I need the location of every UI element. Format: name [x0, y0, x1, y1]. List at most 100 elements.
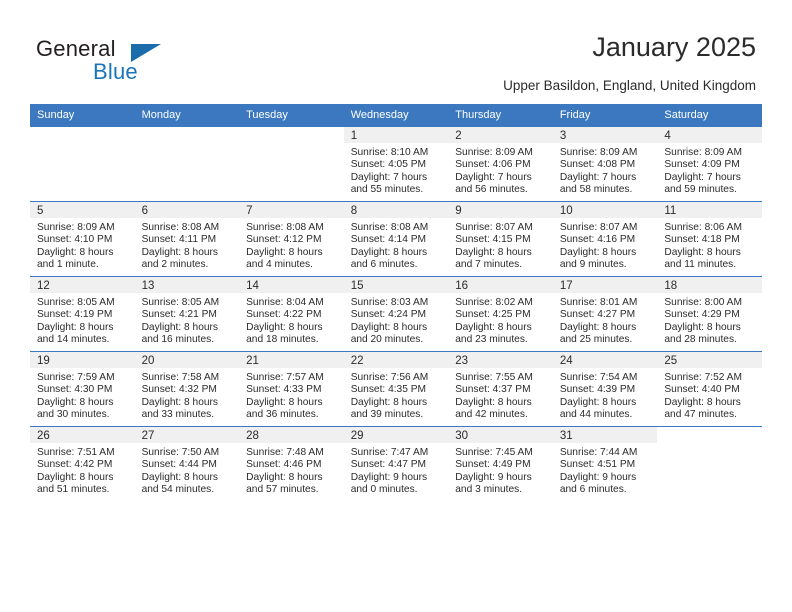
- sunset-text: Sunset: 4:24 PM: [350, 309, 427, 321]
- sunrise-text: Sunrise: 7:45 AM: [455, 447, 533, 458]
- calendar-day-cell[interactable]: 21 Sunrise: 7:57 AM Sunset: 4:33 PM Dayligh…: [239, 351, 344, 427]
- sunset-text: Sunset: 4:33 PM: [246, 384, 322, 396]
- calendar-cell-inner: 22 Sunrise: 7:56 AM Sunset: 4:35 PM Dayligh…: [343, 352, 449, 426]
- daylight-text: and 30 minutes.: [37, 408, 110, 420]
- calendar-week-row: 1 Sunrise: 8:10 AM Sunset: 4:05 PM Daylight…: [30, 126, 762, 202]
- day-details: Sunrise: 7:59 AM Sunset: 4:30 PM Daylight:…: [30, 368, 135, 421]
- daylight-text: Daylight: 8 hours: [141, 471, 219, 483]
- calendar-day-cell[interactable]: 4 Sunrise: 8:09 AM Sunset: 4:09 PM Daylight…: [657, 126, 762, 202]
- day-number: 11: [657, 202, 762, 218]
- calendar-day-cell[interactable]: 1 Sunrise: 8:10 AM Sunset: 4:05 PM Daylight…: [343, 126, 449, 202]
- day-number: 2: [448, 127, 553, 143]
- calendar-day-cell[interactable]: 24 Sunrise: 7:54 AM Sunset: 4:39 PM Dayligh…: [552, 351, 658, 427]
- calendar-cell-inner: 29 Sunrise: 7:47 AM Sunset: 4:47 PM Dayligh…: [343, 427, 449, 501]
- day-details: Sunrise: 7:50 AM Sunset: 4:44 PM Daylight:…: [135, 443, 240, 496]
- day-number: 21: [239, 352, 344, 368]
- daylight-text: and 0 minutes.: [350, 483, 418, 495]
- calendar-day-cell[interactable]: 18 Sunrise: 8:00 AM Sunset: 4:29 PM Dayligh…: [657, 276, 762, 352]
- calendar-day-cell[interactable]: 6 Sunrise: 8:08 AM Sunset: 4:11 PM Daylight…: [134, 201, 240, 277]
- sunset-text: Sunset: 4:35 PM: [350, 384, 427, 396]
- calendar-day-cell[interactable]: 17 Sunrise: 8:01 AM Sunset: 4:27 PM Dayligh…: [552, 276, 658, 352]
- daylight-text: and 3 minutes.: [455, 483, 523, 495]
- sunset-text: Sunset: 4:37 PM: [455, 384, 531, 396]
- sunset-text: Sunset: 4:06 PM: [455, 159, 531, 171]
- daylight-text: Daylight: 8 hours: [455, 246, 532, 258]
- day-details: Sunrise: 8:01 AM Sunset: 4:27 PM Daylight:…: [553, 293, 658, 346]
- general-blue-logo[interactable]: General Blue: [36, 36, 236, 88]
- calendar-day-cell[interactable]: 30 Sunrise: 7:45 AM Sunset: 4:49 PM Dayligh…: [448, 426, 553, 501]
- sunrise-text: Sunrise: 8:10 AM: [350, 147, 429, 158]
- daylight-text: and 58 minutes.: [559, 183, 633, 195]
- day-details: Sunrise: 8:04 AM Sunset: 4:22 PM Daylight:…: [239, 293, 344, 346]
- calendar-week-row: 26 Sunrise: 7:51 AM Sunset: 4:42 PM Dayligh…: [30, 426, 762, 501]
- day-details: Sunrise: 7:55 AM Sunset: 4:37 PM Daylight:…: [448, 368, 553, 421]
- calendar-day-cell[interactable]: 3 Sunrise: 8:09 AM Sunset: 4:08 PM Daylight…: [552, 126, 658, 202]
- calendar-day-cell[interactable]: 10 Sunrise: 8:07 AM Sunset: 4:16 PM Dayligh…: [552, 201, 658, 277]
- calendar-day-cell[interactable]: 13 Sunrise: 8:05 AM Sunset: 4:21 PM Dayligh…: [134, 276, 240, 352]
- calendar-day-cell[interactable]: 9 Sunrise: 8:07 AM Sunset: 4:15 PM Daylight…: [448, 201, 553, 277]
- day-number: 24: [552, 352, 658, 368]
- calendar-day-cell[interactable]: 19 Sunrise: 7:59 AM Sunset: 4:30 PM Dayligh…: [30, 351, 135, 427]
- daylight-text: Daylight: 8 hours: [664, 396, 741, 408]
- day-details: [135, 143, 240, 147]
- sunrise-text: Sunrise: 7:50 AM: [141, 447, 220, 458]
- calendar-day-cell[interactable]: 31 Sunrise: 7:44 AM Sunset: 4:51 PM Dayligh…: [552, 426, 658, 501]
- calendar-cell-empty: [30, 126, 135, 202]
- calendar-cell-inner: 28 Sunrise: 7:48 AM Sunset: 4:46 PM Dayligh…: [239, 427, 344, 501]
- day-details: Sunrise: 8:09 AM Sunset: 4:10 PM Daylight:…: [30, 218, 135, 271]
- calendar-cell-inner: 9 Sunrise: 8:07 AM Sunset: 4:15 PM Daylight…: [448, 202, 553, 276]
- calendar-day-cell[interactable]: 28 Sunrise: 7:48 AM Sunset: 4:46 PM Dayligh…: [239, 426, 344, 501]
- daylight-text: Daylight: 8 hours: [37, 471, 114, 483]
- sunset-text: Sunset: 4:10 PM: [37, 234, 113, 246]
- calendar-cell-empty: [657, 426, 762, 501]
- calendar-cell-inner: 25 Sunrise: 7:52 AM Sunset: 4:40 PM Dayligh…: [657, 352, 762, 426]
- calendar-cell-inner: 16 Sunrise: 8:02 AM Sunset: 4:25 PM Dayligh…: [448, 277, 553, 351]
- sunrise-text: Sunrise: 8:09 AM: [37, 222, 115, 233]
- calendar-cell-inner: 2 Sunrise: 8:09 AM Sunset: 4:06 PM Daylight…: [448, 127, 553, 201]
- calendar-day-cell[interactable]: 15 Sunrise: 8:03 AM Sunset: 4:24 PM Dayligh…: [343, 276, 449, 352]
- calendar-day-cell[interactable]: 20 Sunrise: 7:58 AM Sunset: 4:32 PM Dayligh…: [134, 351, 240, 427]
- calendar-day-cell[interactable]: 14 Sunrise: 8:04 AM Sunset: 4:22 PM Dayligh…: [239, 276, 344, 352]
- calendar-day-cell[interactable]: 7 Sunrise: 8:08 AM Sunset: 4:12 PM Daylight…: [239, 201, 344, 277]
- day-number: 1: [343, 127, 449, 143]
- calendar-day-cell[interactable]: 27 Sunrise: 7:50 AM Sunset: 4:44 PM Dayligh…: [134, 426, 240, 501]
- daylight-text: and 11 minutes.: [664, 258, 737, 270]
- sunrise-text: Sunrise: 8:08 AM: [246, 222, 324, 233]
- calendar-day-cell[interactable]: 12 Sunrise: 8:05 AM Sunset: 4:19 PM Dayligh…: [30, 276, 135, 352]
- sunrise-text: Sunrise: 8:05 AM: [141, 297, 220, 308]
- calendar-day-cell[interactable]: 11 Sunrise: 8:06 AM Sunset: 4:18 PM Dayligh…: [657, 201, 762, 277]
- calendar-day-cell[interactable]: 5 Sunrise: 8:09 AM Sunset: 4:10 PM Daylight…: [30, 201, 135, 277]
- day-number: 16: [448, 277, 553, 293]
- day-details: [239, 143, 344, 147]
- day-details: Sunrise: 7:45 AM Sunset: 4:49 PM Daylight:…: [448, 443, 553, 496]
- day-details: Sunrise: 8:05 AM Sunset: 4:19 PM Daylight:…: [30, 293, 135, 346]
- day-details: Sunrise: 8:07 AM Sunset: 4:16 PM Daylight:…: [553, 218, 658, 271]
- sunset-text: Sunset: 4:15 PM: [455, 234, 531, 246]
- daylight-text: and 56 minutes.: [455, 183, 528, 195]
- calendar-day-cell[interactable]: 16 Sunrise: 8:02 AM Sunset: 4:25 PM Dayligh…: [448, 276, 553, 352]
- day-details: [30, 143, 135, 147]
- daylight-text: and 55 minutes.: [350, 183, 424, 195]
- day-details: Sunrise: 7:52 AM Sunset: 4:40 PM Daylight:…: [657, 368, 762, 421]
- calendar-cell-inner: 26 Sunrise: 7:51 AM Sunset: 4:42 PM Dayligh…: [30, 427, 135, 501]
- daylight-text: Daylight: 8 hours: [37, 396, 114, 408]
- calendar-day-cell[interactable]: 29 Sunrise: 7:47 AM Sunset: 4:47 PM Dayligh…: [343, 426, 449, 501]
- calendar-day-cell[interactable]: 2 Sunrise: 8:09 AM Sunset: 4:06 PM Daylight…: [448, 126, 553, 202]
- sunrise-text: Sunrise: 7:51 AM: [37, 447, 115, 458]
- sunrise-text: Sunrise: 7:44 AM: [559, 447, 638, 458]
- weekday-header-friday: Friday: [552, 104, 658, 127]
- calendar-day-cell[interactable]: 26 Sunrise: 7:51 AM Sunset: 4:42 PM Dayligh…: [30, 426, 135, 501]
- day-number: 28: [239, 427, 344, 443]
- day-number: 9: [448, 202, 553, 218]
- calendar-day-cell[interactable]: 8 Sunrise: 8:08 AM Sunset: 4:14 PM Daylight…: [343, 201, 449, 277]
- calendar-day-cell[interactable]: 23 Sunrise: 7:55 AM Sunset: 4:37 PM Dayligh…: [448, 351, 553, 427]
- calendar-day-cell[interactable]: 25 Sunrise: 7:52 AM Sunset: 4:40 PM Dayligh…: [657, 351, 762, 427]
- sunset-text: Sunset: 4:29 PM: [664, 309, 740, 321]
- sunset-text: Sunset: 4:44 PM: [141, 459, 217, 471]
- sunrise-text: Sunrise: 7:58 AM: [141, 372, 220, 383]
- daylight-text: and 39 minutes.: [350, 408, 424, 420]
- day-number: [657, 427, 762, 443]
- calendar-day-cell[interactable]: 22 Sunrise: 7:56 AM Sunset: 4:35 PM Dayligh…: [343, 351, 449, 427]
- sunrise-text: Sunrise: 7:56 AM: [350, 372, 429, 383]
- daylight-text: and 1 minute.: [37, 258, 99, 270]
